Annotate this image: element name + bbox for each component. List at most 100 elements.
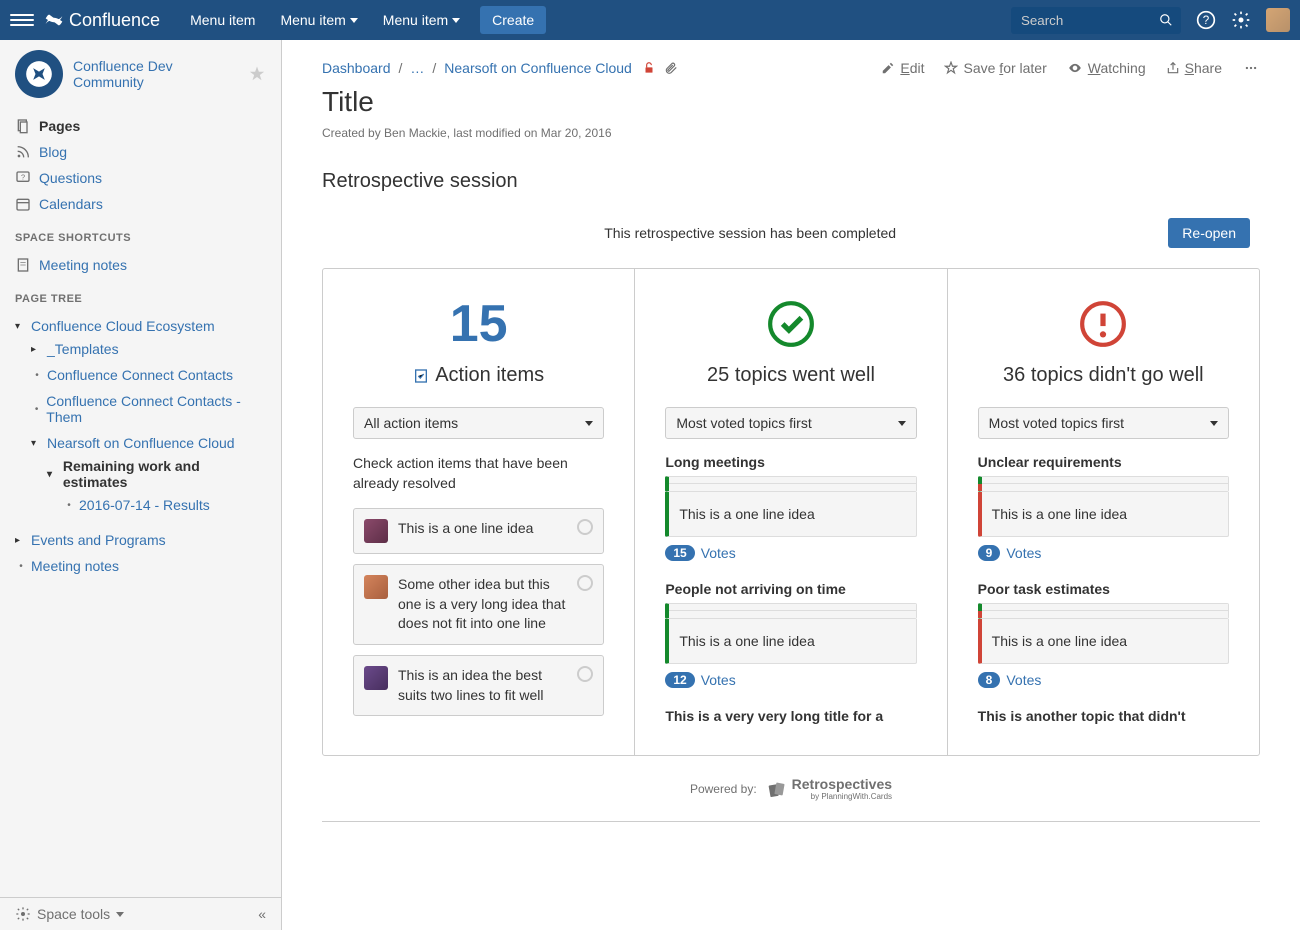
collapse-icon[interactable]: « (258, 906, 266, 922)
more-button[interactable] (1242, 61, 1260, 75)
settings-icon[interactable] (1231, 10, 1251, 30)
checkbox[interactable] (577, 519, 593, 535)
cards-icon (767, 779, 787, 799)
rss-icon (15, 144, 31, 160)
unlock-icon[interactable] (642, 61, 656, 75)
watching-button[interactable]: Watching (1067, 60, 1146, 76)
chevron-down-icon (452, 18, 460, 23)
action-dropdown[interactable]: All action items (353, 407, 604, 439)
pencil-icon (881, 61, 895, 75)
action-item[interactable]: This is a one line idea (353, 508, 604, 554)
space-tools-button[interactable]: Space tools (15, 906, 124, 922)
chevron-down-icon (898, 421, 906, 426)
star-icon[interactable] (248, 65, 266, 83)
chevron-down-icon (350, 18, 358, 23)
check-circle-icon (766, 299, 816, 349)
divider (322, 821, 1260, 822)
space-name-link[interactable]: Confluence Dev Community (73, 58, 238, 90)
tree-templates[interactable]: ▸_Templates (31, 339, 266, 359)
logo-text: Confluence (69, 10, 160, 31)
menu-item-1[interactable]: Menu item (180, 6, 265, 34)
votes-row[interactable]: 8 Votes (978, 672, 1229, 688)
tree-results[interactable]: •2016-07-14 - Results (63, 495, 266, 515)
confluence-icon (44, 10, 64, 30)
idea-card[interactable]: This is a one line idea (665, 619, 916, 664)
vote-bars (665, 603, 916, 619)
idea-card[interactable]: This is a one line idea (665, 492, 916, 537)
sidebar-nav-calendars[interactable]: Calendars (15, 191, 266, 217)
sidebar-nav-pages[interactable]: Pages (15, 113, 266, 139)
idea-card[interactable]: This is a one line idea (978, 619, 1229, 664)
gear-icon (15, 906, 31, 922)
chevron-down-icon (1210, 421, 1218, 426)
reopen-button[interactable]: Re-open (1168, 218, 1250, 248)
question-icon: ? (15, 170, 31, 186)
help-icon[interactable]: ? (1196, 10, 1216, 30)
search-input[interactable] (1011, 7, 1181, 34)
user-avatar[interactable] (1266, 8, 1290, 32)
share-button[interactable]: Share (1166, 60, 1222, 76)
powered-by: Powered by: Retrospectives by PlanningWi… (322, 776, 1260, 801)
tree-nearsoft[interactable]: ▾Nearsoft on Confluence Cloud (31, 433, 266, 453)
chevron-down-icon[interactable]: ▾ (15, 321, 27, 332)
votes-row[interactable]: 9 Votes (978, 545, 1229, 561)
avatar (364, 575, 388, 599)
chevron-down-icon[interactable]: ▾ (31, 438, 43, 449)
breadcrumb-nearsoft[interactable]: Nearsoft on Confluence Cloud (444, 60, 632, 76)
sidebar-nav-blog[interactable]: Blog (15, 139, 266, 165)
chevron-right-icon[interactable]: ▸ (15, 535, 27, 546)
vote-bars (665, 476, 916, 492)
space-logo[interactable] (15, 50, 63, 98)
chevron-right-icon[interactable]: ▸ (31, 344, 43, 355)
action-item[interactable]: Some other idea but this one is a very l… (353, 564, 604, 645)
edit-button[interactable]: Edit (881, 60, 924, 76)
chevron-down-icon (585, 421, 593, 426)
action-desc: Check action items that have been alread… (353, 454, 604, 493)
menu-icon[interactable] (10, 8, 34, 32)
tree-contacts[interactable]: •Confluence Connect Contacts (31, 365, 266, 385)
shortcut-meeting-notes[interactable]: Meeting notes (15, 252, 266, 278)
checkbox[interactable] (577, 666, 593, 682)
sidebar-footer: Space tools « (0, 897, 281, 930)
breadcrumb-ellipsis[interactable]: … (410, 60, 424, 76)
status-text: This retrospective session has been comp… (332, 225, 1168, 241)
action-items-column: 15 Action items All action items Check a… (323, 269, 634, 755)
votes-row[interactable]: 12 Votes (665, 672, 916, 688)
confluence-logo[interactable]: Confluence (44, 10, 160, 31)
menu-item-2[interactable]: Menu item (270, 6, 367, 34)
vote-bars (978, 476, 1229, 492)
idea-card[interactable]: This is a one line idea (978, 492, 1229, 537)
checkbox[interactable] (577, 575, 593, 591)
tree-root[interactable]: ▾Confluence Cloud Ecosystem (15, 316, 266, 336)
good-dropdown[interactable]: Most voted topics first (665, 407, 916, 439)
didnt-go-well-column: 36 topics didn't go well Most voted topi… (947, 269, 1259, 755)
tree-events[interactable]: ▸Events and Programs (15, 530, 266, 550)
sidebar-nav-questions[interactable]: ? Questions (15, 165, 266, 191)
search-wrap (1011, 7, 1181, 34)
tree-contacts-them[interactable]: •Confluence Connect Contacts - Them (31, 391, 266, 427)
bad-dropdown[interactable]: Most voted topics first (978, 407, 1229, 439)
chevron-down-icon[interactable]: ▾ (47, 469, 59, 480)
breadcrumb: Dashboard / … / Nearsoft on Confluence C… (322, 60, 632, 76)
menu-item-3[interactable]: Menu item (373, 6, 470, 34)
eye-icon (1067, 61, 1083, 75)
retrospectives-logo[interactable]: Retrospectives by PlanningWith.Cards (767, 776, 892, 801)
svg-text:?: ? (21, 172, 25, 181)
tree-remaining[interactable]: ▾Remaining work and estimates (47, 456, 266, 492)
main-content: Dashboard / … / Nearsoft on Confluence C… (282, 40, 1300, 930)
votes-row[interactable]: 15 Votes (665, 545, 916, 561)
topic-title: Unclear requirements (978, 454, 1229, 470)
tree-label: PAGE TREE (15, 293, 266, 305)
topic-title: Long meetings (665, 454, 916, 470)
task-icon (413, 368, 429, 384)
tree-meeting-notes[interactable]: •Meeting notes (15, 556, 266, 576)
search-icon[interactable] (1159, 13, 1173, 27)
svg-text:?: ? (1203, 14, 1210, 27)
app-header: Confluence Menu item Menu item Menu item… (0, 0, 1300, 40)
action-item[interactable]: This is an idea the best suits two lines… (353, 655, 604, 716)
save-button[interactable]: Save for later (944, 60, 1046, 76)
page-title: Title (322, 86, 1260, 118)
create-button[interactable]: Create (480, 6, 546, 34)
attachment-icon[interactable] (664, 61, 678, 75)
breadcrumb-dashboard[interactable]: Dashboard (322, 60, 391, 76)
